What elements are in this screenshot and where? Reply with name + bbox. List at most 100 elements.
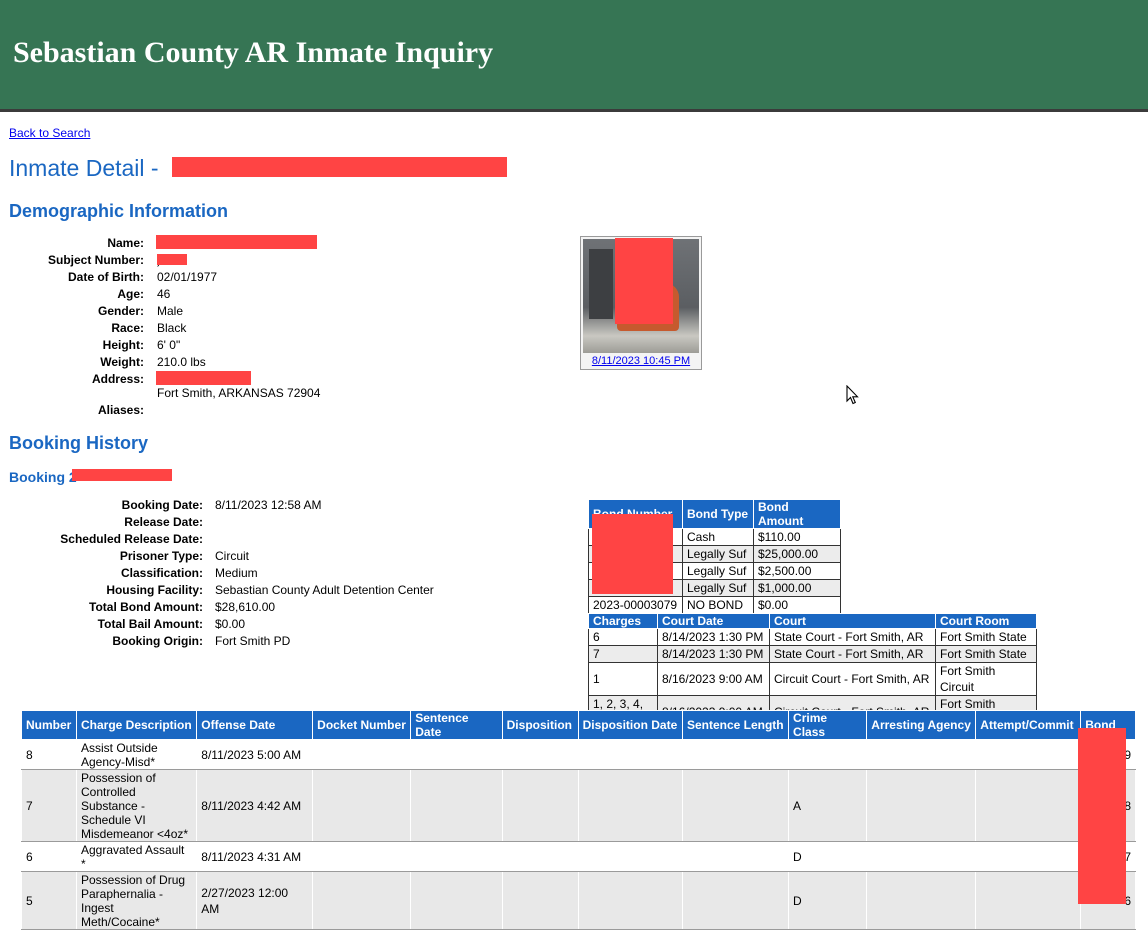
booking-label: Release Date: <box>124 515 203 529</box>
demographic-label: Race: <box>111 321 144 335</box>
demographic-heading: Demographic Information <box>9 201 229 221</box>
column-header: Attempt/Commit <box>975 710 1082 740</box>
charge-disposition <box>501 769 579 842</box>
charge-disposition-date <box>577 841 683 872</box>
table-row: 6 8/14/2023 1:30 PM State Court - Fort Smi… <box>588 628 1037 646</box>
charge-docket <box>312 871 412 930</box>
column-header: Charge Description <box>75 710 198 740</box>
column-header: Court Room <box>935 613 1037 629</box>
charge-description: Possession of Drug Paraphernalia - Inges… <box>75 871 198 930</box>
booking-value: Fort Smith PD <box>215 634 291 648</box>
charges-table: Number Charge Description Offense Date Dock… <box>21 710 1136 930</box>
charge-row: 7 Possession of Controlled Substance - Sc… <box>21 769 1136 842</box>
booking-value: Medium <box>215 566 258 580</box>
column-header: Sentence Date <box>410 710 503 740</box>
redaction-photo <box>615 238 673 324</box>
booking-label: Booking Date: <box>121 498 203 512</box>
booking-label: Booking Origin: <box>112 634 203 648</box>
charge-sentence-length <box>681 739 790 770</box>
column-header: Offense Date <box>196 710 314 740</box>
demographic-value: Fort Smith, ARKANSAS 72904 <box>157 386 321 400</box>
charge-attempt <box>975 769 1082 842</box>
column-header: Court <box>769 613 936 629</box>
charge-description: Assist Outside Agency-Misd* <box>75 739 198 770</box>
table-cell: NO BOND <box>682 596 754 614</box>
demographic-label: Gender: <box>97 304 144 318</box>
column-header: Docket Number <box>312 710 412 740</box>
column-header: Crime Class <box>788 710 868 740</box>
table-cell: Fort Smith State <box>935 628 1037 646</box>
booking-value: 8/11/2023 12:58 AM <box>215 498 322 512</box>
charge-description: Aggravated Assault * <box>75 841 198 872</box>
charge-disposition-date <box>577 769 683 842</box>
table-cell: $25,000.00 <box>753 545 841 563</box>
table-cell: Fort Smith State <box>935 645 1037 663</box>
charge-disposition-date <box>577 739 683 770</box>
table-cell: 8/14/2023 1:30 PM <box>657 645 770 663</box>
redaction-name <box>156 235 317 249</box>
charge-crime-class <box>788 739 868 770</box>
booking-label: Prisoner Type: <box>119 549 203 563</box>
charge-crime-class: D <box>788 871 868 930</box>
charge-offense-date: 2/27/2023 12:00 AM <box>196 871 314 930</box>
charge-row: 8 Assist Outside Agency-Misd* 8/11/2023 5:… <box>21 739 1136 770</box>
charge-docket <box>312 841 412 872</box>
redaction-inmate-name <box>172 157 507 177</box>
charge-sentence-date <box>410 739 503 770</box>
charge-description: Possession of Controlled Substance - Sch… <box>75 769 198 842</box>
charge-crime-class: D <box>788 841 868 872</box>
site-title: Sebastian County AR Inmate Inquiry <box>13 36 494 69</box>
table-cell: 7 <box>588 645 658 663</box>
redaction-subject-number <box>157 254 187 265</box>
demographic-value: Black <box>157 321 187 335</box>
site-header: Sebastian County AR Inmate Inquiry <box>0 0 1148 112</box>
charge-disposition <box>501 841 579 872</box>
booking-heading: Booking 2 <box>9 469 77 485</box>
table-cell: 2023-00003079 <box>588 596 683 614</box>
charge-attempt <box>975 841 1082 872</box>
charge-offense-date: 8/11/2023 4:42 AM <box>196 769 314 842</box>
photo-date-link[interactable]: 8/11/2023 10:45 PM <box>581 355 701 367</box>
booking-label: Housing Facility: <box>106 583 203 597</box>
table-row: 7 8/14/2023 1:30 PM State Court - Fort Smi… <box>588 645 1037 663</box>
booking-value: Circuit <box>215 549 250 563</box>
charge-sentence-date <box>410 841 503 872</box>
redaction-address <box>156 371 251 385</box>
table-cell: 8/14/2023 1:30 PM <box>657 628 770 646</box>
charge-agency <box>866 871 977 930</box>
charge-sentence-length <box>681 871 790 930</box>
charge-sentence-date <box>410 769 503 842</box>
column-header: Charges <box>588 613 658 629</box>
column-header: Bond Amount <box>753 499 841 529</box>
charge-attempt <box>975 871 1082 930</box>
table-cell: $1,000.00 <box>753 579 841 597</box>
table-cell: 6 <box>588 628 658 646</box>
demographic-label: Age: <box>117 287 144 301</box>
demographic-label: Height: <box>102 338 144 352</box>
demographic-value: 6' 0" <box>157 338 181 352</box>
back-to-search-link[interactable]: Back to Search <box>9 126 90 140</box>
demographic-value: 02/01/1977 <box>157 270 218 284</box>
charge-sentence-length <box>681 769 790 842</box>
redaction-bond-numbers <box>592 514 673 594</box>
table-cell: Cash <box>682 528 754 546</box>
table-cell: Circuit Court - Fort Smith, AR <box>769 662 936 696</box>
table-cell: 8/16/2023 9:00 AM <box>657 662 770 696</box>
charge-row: 5 Possession of Drug Paraphernalia - Inge… <box>21 871 1136 930</box>
column-header: Disposition <box>501 710 579 740</box>
table-cell: $0.00 <box>753 596 841 614</box>
charge-offense-date: 8/11/2023 5:00 AM <box>196 739 314 770</box>
charge-sentence-date <box>410 871 503 930</box>
demographic-label: Date of Birth: <box>68 270 144 284</box>
booking-value: $0.00 <box>215 617 246 631</box>
booking-history-heading: Booking History <box>9 433 149 453</box>
column-header: Court Date <box>657 613 770 629</box>
mouse-pointer-icon <box>846 385 859 405</box>
booking-label: Classification: <box>120 566 203 580</box>
charge-disposition-date <box>577 871 683 930</box>
table-cell: State Court - Fort Smith, AR <box>769 645 936 663</box>
table-cell: Legally Suf <box>682 562 754 580</box>
charge-number: 6 <box>21 841 77 872</box>
table-cell: Fort Smith Circuit <box>935 662 1037 696</box>
table-cell: $110.00 <box>753 528 841 546</box>
